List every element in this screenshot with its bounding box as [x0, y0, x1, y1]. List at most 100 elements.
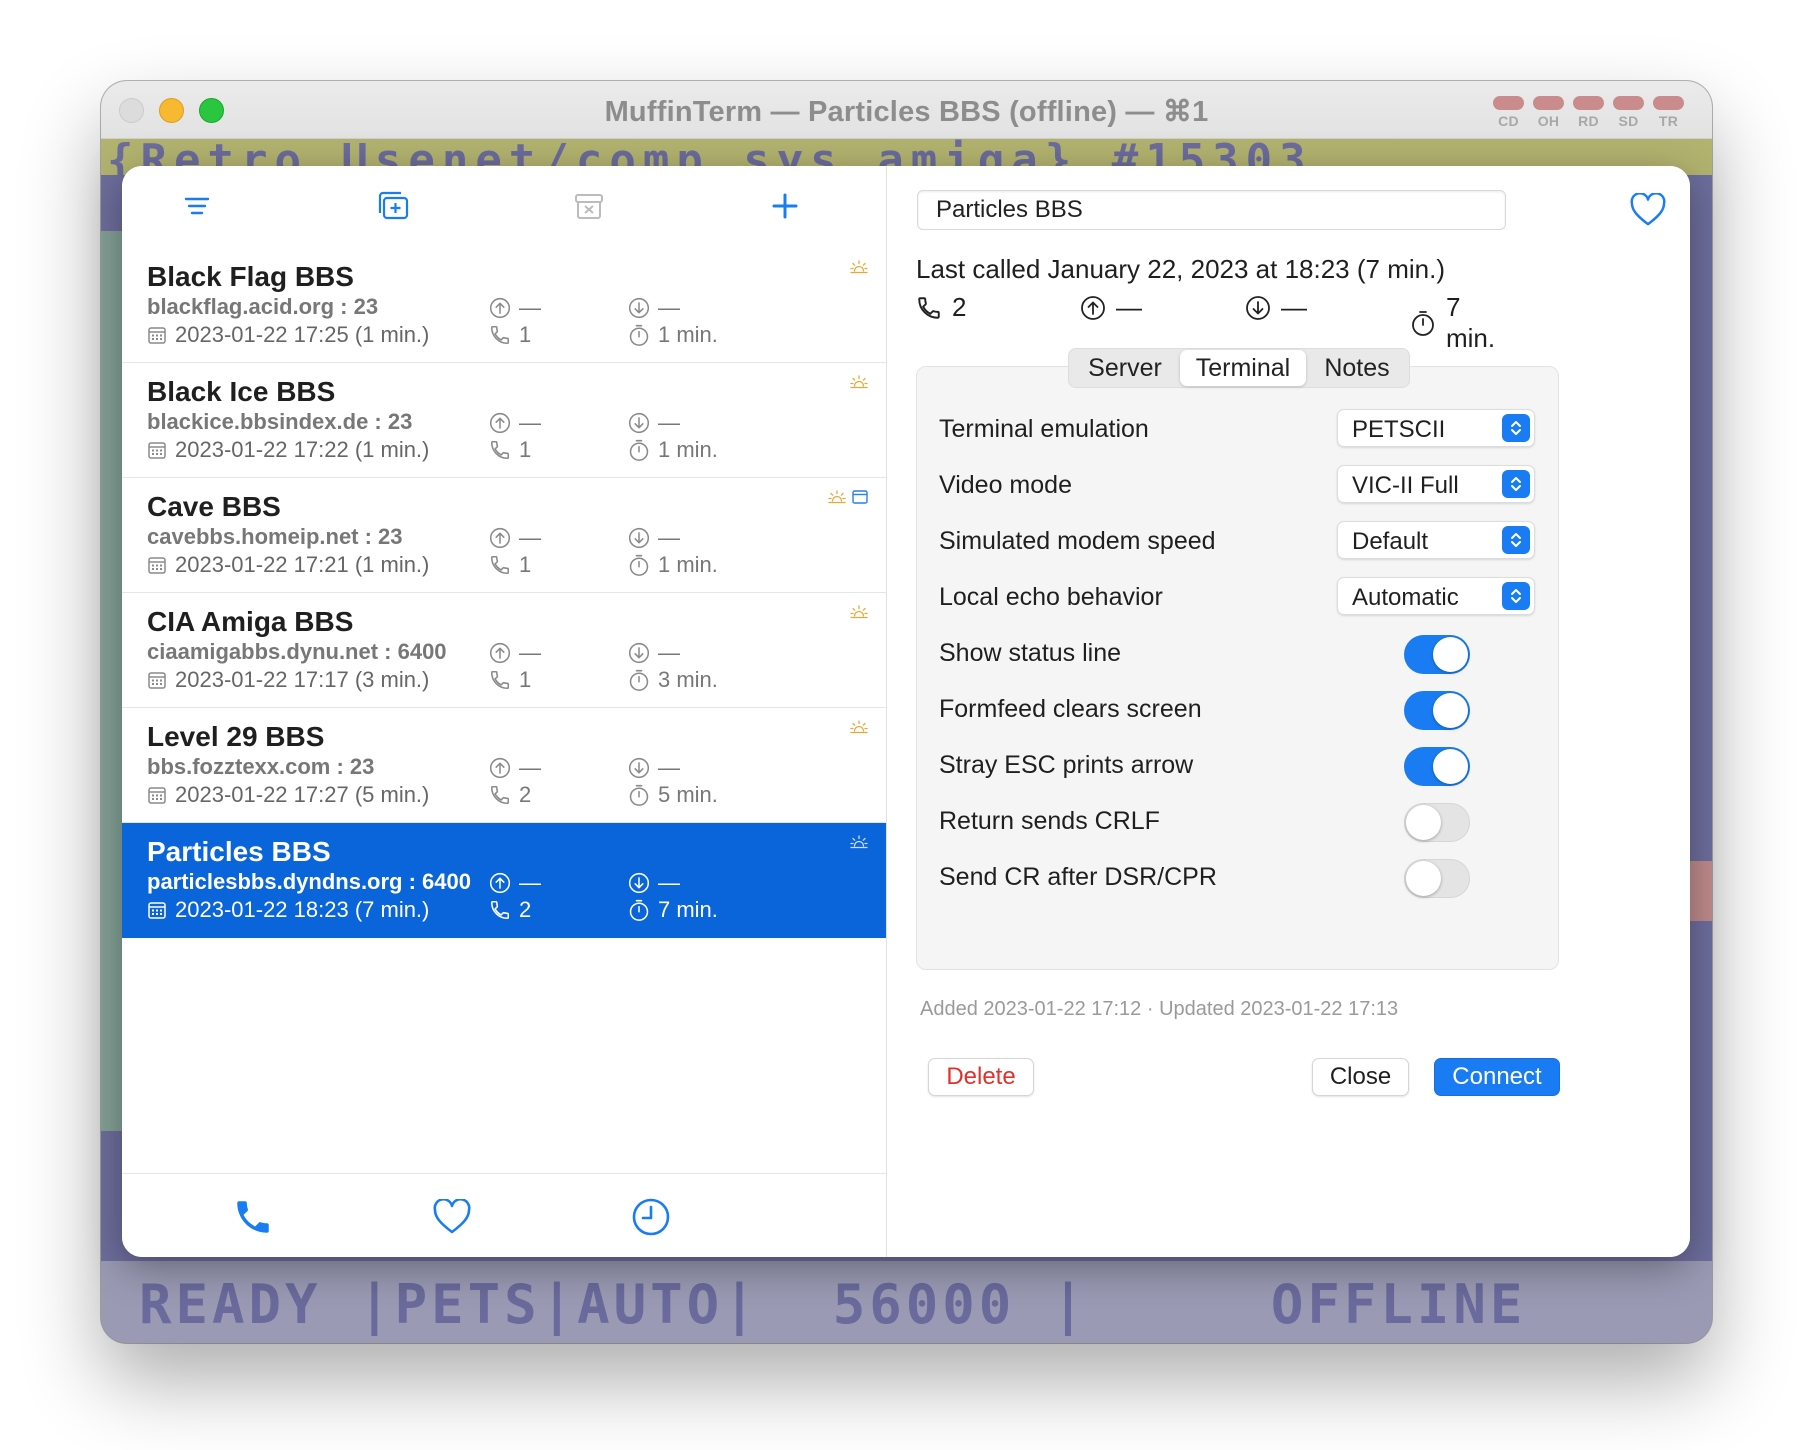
bbs-duration: 7 min. [628, 897, 718, 923]
favorites-button[interactable] [427, 1192, 477, 1242]
bbs-badges [850, 375, 868, 389]
bbs-calls: 1 [489, 322, 531, 348]
setting-label: Video mode [939, 471, 1072, 499]
bbs-host: particlesbbs.dyndns.org : 6400 [147, 869, 471, 894]
local-echo-behavior-popup[interactable]: Automatic [1337, 577, 1535, 615]
bbs-name: Level 29 BBS [147, 721, 325, 752]
delete-button[interactable]: Delete [928, 1058, 1034, 1096]
send-cr-after-dsr-cpr-toggle[interactable] [1404, 859, 1470, 898]
toggle-knob [1433, 749, 1468, 784]
list-item[interactable]: Black Flag BBS blackflag.acid.org : 23 202… [122, 248, 886, 363]
stat-download: — [1245, 292, 1307, 323]
list-item[interactable]: Black Ice BBS blackice.bbsindex.de : 23 20… [122, 363, 886, 478]
bbs-name: CIA Amiga BBS [147, 606, 354, 637]
add-bbs-button[interactable] [763, 184, 807, 228]
tab-notes[interactable]: Notes [1306, 350, 1408, 386]
recents-phone-button[interactable] [228, 1192, 278, 1242]
bbs-badges [828, 490, 868, 504]
setting-label: Terminal emulation [939, 415, 1149, 443]
setting-video-mode: Video mode VIC-II Full [917, 461, 1558, 511]
list-item[interactable]: CIA Amiga BBS ciaamigabbs.dynu.net : 6400… [122, 593, 886, 708]
setting-return-sends-crlf: Return sends CRLF [917, 797, 1558, 847]
led-oh: OH [1533, 96, 1564, 129]
list-toolbar [122, 166, 886, 248]
bbs-name: Cave BBS [147, 491, 281, 522]
list-item[interactable]: Particles BBS particlesbbs.dyndns.org : 6… [122, 823, 886, 938]
setting-label: Show status line [939, 639, 1122, 667]
bbs-download: — [628, 755, 680, 781]
bbs-host: cavebbs.homeip.net : 23 [147, 524, 403, 549]
clock-icon [631, 1197, 671, 1237]
arrow-up-circle-icon [489, 642, 511, 664]
phone-outline-icon [489, 899, 511, 921]
arrow-down-circle-icon [628, 297, 650, 319]
detail-tabs: Server Terminal Notes [1068, 348, 1410, 388]
terminal-color-stripe-right [1690, 861, 1712, 921]
bbs-last-call: 2023-01-22 17:17 (3 min.) [147, 667, 429, 693]
calendar-icon [147, 785, 167, 805]
toggle-knob [1406, 805, 1441, 840]
tab-server[interactable]: Server [1070, 350, 1180, 386]
setting-label: Simulated modem speed [939, 527, 1216, 555]
bbs-last-call: 2023-01-22 17:25 (1 min.) [147, 322, 429, 348]
sun-icon [850, 605, 868, 619]
calendar-icon [147, 325, 167, 345]
stray-esc-prints-arrow-toggle[interactable] [1404, 747, 1470, 786]
sort-button[interactable] [175, 184, 219, 228]
close-button[interactable]: Close [1312, 1058, 1409, 1096]
stopwatch-icon [628, 783, 650, 807]
toggle-knob [1406, 861, 1441, 896]
bbs-badges [850, 260, 868, 274]
phone-icon [232, 1196, 274, 1238]
bbs-badges [850, 720, 868, 734]
stopwatch-icon [628, 553, 650, 577]
popup-value: VIC-II Full [1352, 472, 1459, 499]
formfeed-clears-screen-toggle[interactable] [1404, 691, 1470, 730]
terminal-emulation-popup[interactable]: PETSCII [1337, 409, 1535, 447]
stopwatch-icon [628, 898, 650, 922]
bbs-calls: 1 [489, 552, 531, 578]
bbs-name-field[interactable] [917, 190, 1506, 230]
heart-icon [432, 1199, 472, 1235]
setting-show-status-line: Show status line [917, 629, 1558, 679]
tab-terminal[interactable]: Terminal [1180, 350, 1306, 386]
bbs-upload: — [489, 640, 541, 666]
duplicate-button[interactable] [371, 184, 415, 228]
stat-duration: 7 min. [1410, 292, 1516, 354]
setting-local-echo-behavior: Local echo behavior Automatic [917, 573, 1558, 623]
archive-button[interactable] [567, 184, 611, 228]
bbs-download: — [628, 640, 680, 666]
title-bar: MuffinTerm — Particles BBS (offline) — ⌘… [101, 81, 1712, 139]
bbs-download: — [628, 410, 680, 436]
bbs-name: Black Flag BBS [147, 261, 354, 292]
show-status-line-toggle[interactable] [1404, 635, 1470, 674]
simulated-modem-speed-popup[interactable]: Default [1337, 521, 1535, 559]
terminal-color-stripe [101, 231, 123, 1131]
arrow-down-circle-icon [628, 872, 650, 894]
list-item[interactable]: Cave BBS cavebbs.homeip.net : 23 2023-01-2… [122, 478, 886, 593]
popup-value: Automatic [1352, 584, 1459, 611]
sun-icon [850, 720, 868, 734]
bbs-upload: — [489, 295, 541, 321]
bbs-upload: — [489, 755, 541, 781]
bbs-calls: 2 [489, 782, 531, 808]
bbs-duration: 5 min. [628, 782, 718, 808]
led-rd: RD [1573, 96, 1604, 129]
arrow-down-circle-icon [628, 757, 650, 779]
arrow-up-circle-icon [489, 757, 511, 779]
list-item[interactable]: Level 29 BBS bbs.fozztexx.com : 23 2023-01… [122, 708, 886, 823]
setting-formfeed-clears-screen: Formfeed clears screen [917, 685, 1558, 735]
plus-icon [771, 192, 799, 220]
bbs-name: Black Ice BBS [147, 376, 336, 407]
video-mode-popup[interactable]: VIC-II Full [1337, 465, 1535, 503]
stopwatch-icon [1410, 309, 1436, 337]
favorite-toggle-button[interactable] [1626, 188, 1670, 232]
bbs-duration: 1 min. [628, 552, 718, 578]
return-sends-crlf-toggle[interactable] [1404, 803, 1470, 842]
arrow-down-circle-icon [628, 412, 650, 434]
bbs-download: — [628, 525, 680, 551]
connect-button[interactable]: Connect [1434, 1058, 1560, 1096]
history-button[interactable] [626, 1192, 676, 1242]
calendar-icon [147, 555, 167, 575]
arrow-down-circle-icon [628, 527, 650, 549]
